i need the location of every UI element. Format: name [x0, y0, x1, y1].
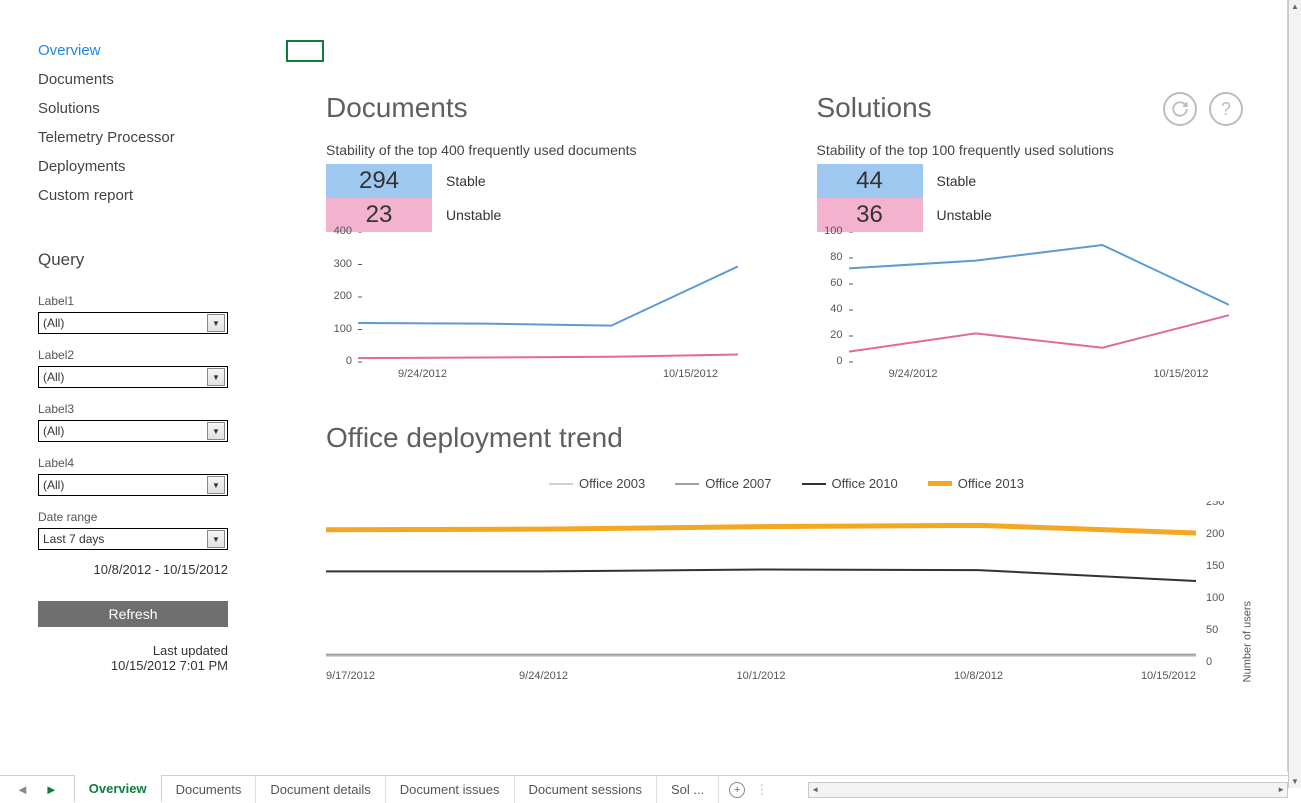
chevron-down-icon: ▼ — [207, 530, 225, 548]
svg-text:150: 150 — [1206, 560, 1224, 572]
label3-value: (All) — [43, 424, 64, 438]
label1-combo[interactable]: (All) ▼ — [38, 312, 228, 334]
trend-legend: Office 2003 Office 2007 Office 2010 Offi… — [326, 476, 1247, 491]
sheet-nav-prev[interactable]: ◄ — [16, 782, 29, 797]
solutions-stable-count: 44 — [817, 164, 923, 198]
main-content: ? Documents Stability of the top 400 fre… — [286, 0, 1287, 772]
legend-item: Office 2010 — [832, 476, 898, 491]
unstable-label: Unstable — [446, 207, 501, 223]
sheet-tab-bar: ◄ ► Overview Documents Document details … — [0, 775, 1288, 803]
svg-text:10/8/2012: 10/8/2012 — [954, 670, 1003, 682]
nav-deployments[interactable]: Deployments — [38, 152, 262, 181]
nav-overview[interactable]: Overview — [38, 36, 262, 65]
svg-text:9/17/2012: 9/17/2012 — [326, 670, 375, 682]
label4-value: (All) — [43, 478, 64, 492]
last-updated-label: Last updated — [38, 643, 228, 658]
solutions-panel: Solutions Stability of the top 100 frequ… — [817, 92, 1248, 392]
svg-text:10/1/2012: 10/1/2012 — [737, 670, 786, 682]
label2-value: (All) — [43, 370, 64, 384]
query-heading: Query — [38, 250, 262, 270]
sheet-tab-document-sessions[interactable]: Document sessions — [515, 776, 657, 803]
nav-documents[interactable]: Documents — [38, 65, 262, 94]
documents-title: Documents — [326, 92, 757, 124]
trend-title: Office deployment trend — [326, 422, 1247, 454]
svg-text:9/24/2012: 9/24/2012 — [519, 670, 568, 682]
svg-text:250: 250 — [1206, 501, 1224, 508]
label4-caption: Label4 — [38, 456, 262, 470]
sheet-tab-more[interactable]: Sol ... — [657, 776, 719, 803]
refresh-button[interactable]: Refresh — [38, 601, 228, 627]
sheet-tab-overview[interactable]: Overview — [74, 775, 162, 803]
sheet-nav-next[interactable]: ► — [45, 782, 58, 797]
solutions-chart: 0204060801009/24/201210/15/2012 — [817, 232, 1248, 392]
label3-combo[interactable]: (All) ▼ — [38, 420, 228, 442]
legend-item: Office 2013 — [958, 476, 1024, 491]
trend-ylabel: Number of users — [1241, 601, 1253, 682]
svg-text:50: 50 — [1206, 624, 1218, 636]
label2-combo[interactable]: (All) ▼ — [38, 366, 228, 388]
svg-text:100: 100 — [1206, 592, 1224, 604]
chevron-down-icon: ▼ — [207, 368, 225, 386]
refresh-icon[interactable] — [1163, 92, 1197, 126]
label1-value: (All) — [43, 316, 64, 330]
chevron-down-icon: ▼ — [207, 314, 225, 332]
label3-caption: Label3 — [38, 402, 262, 416]
svg-text:200: 200 — [1206, 528, 1224, 540]
label4-combo[interactable]: (All) ▼ — [38, 474, 228, 496]
date-range-combo[interactable]: Last 7 days ▼ — [38, 528, 228, 550]
label2-caption: Label2 — [38, 348, 262, 362]
legend-item: Office 2007 — [705, 476, 771, 491]
nav-telemetry-processor[interactable]: Telemetry Processor — [38, 123, 262, 152]
date-range-caption: Date range — [38, 510, 262, 524]
horizontal-scrollbar[interactable]: ◄► — [778, 776, 1288, 803]
add-sheet-button[interactable]: + — [729, 782, 745, 798]
nav-solutions[interactable]: Solutions — [38, 94, 262, 123]
nav-custom-report[interactable]: Custom report — [38, 181, 262, 210]
chevron-down-icon: ▼ — [207, 476, 225, 494]
last-updated-value: 10/15/2012 7:01 PM — [38, 658, 228, 673]
stable-label: Stable — [937, 173, 977, 189]
separator-icon: ⋮ — [755, 782, 768, 798]
date-range-value: Last 7 days — [43, 532, 104, 546]
unstable-label: Unstable — [937, 207, 992, 223]
stable-label: Stable — [446, 173, 486, 189]
legend-item: Office 2003 — [579, 476, 645, 491]
help-icon[interactable]: ? — [1209, 92, 1243, 126]
documents-stable-count: 294 — [326, 164, 432, 198]
solutions-subtitle: Stability of the top 100 frequently used… — [817, 142, 1248, 158]
svg-text:10/15/2012: 10/15/2012 — [1141, 670, 1196, 682]
documents-chart: 01002003004009/24/201210/15/2012 — [326, 232, 757, 392]
label1-caption: Label1 — [38, 294, 262, 308]
trend-chart: 0 50 100 150 200 250 9/17/2012 9/24/2012 10/1/20… — [326, 501, 1247, 701]
cell-cursor — [286, 40, 324, 62]
vertical-scrollbar[interactable]: ▲▼ — [1288, 0, 1301, 788]
documents-subtitle: Stability of the top 400 frequently used… — [326, 142, 757, 158]
sheet-tab-document-issues[interactable]: Document issues — [386, 776, 515, 803]
date-range-display: 10/8/2012 - 10/15/2012 — [38, 562, 228, 577]
sidebar-nav: Overview Documents Solutions Telemetry P… — [38, 36, 262, 210]
sheet-tab-document-details[interactable]: Document details — [256, 776, 385, 803]
svg-text:0: 0 — [1206, 656, 1212, 668]
sheet-tab-documents[interactable]: Documents — [162, 776, 257, 803]
sidebar: Overview Documents Solutions Telemetry P… — [0, 0, 286, 772]
chevron-down-icon: ▼ — [207, 422, 225, 440]
documents-panel: Documents Stability of the top 400 frequ… — [326, 92, 757, 392]
